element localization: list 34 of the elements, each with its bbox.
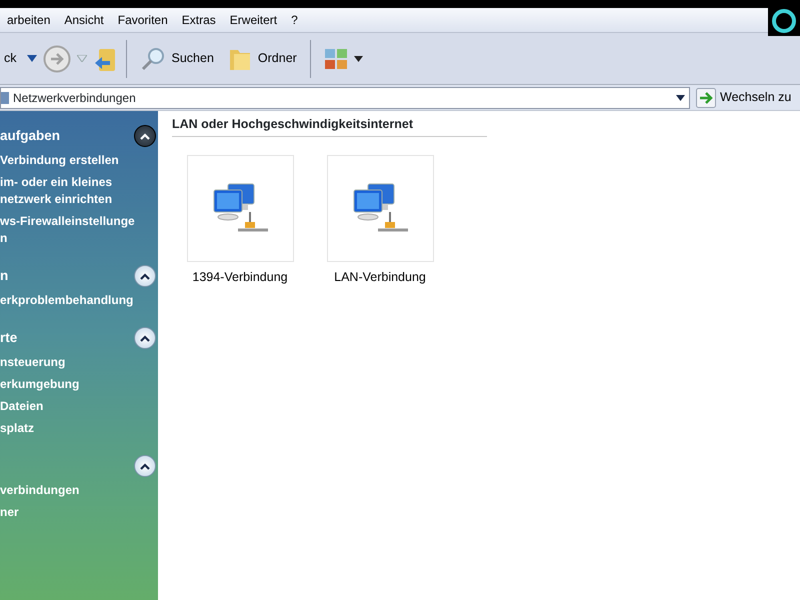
go-button[interactable]: Wechseln zu (696, 88, 792, 108)
search-icon[interactable] (140, 46, 166, 72)
caret-icon[interactable] (354, 56, 363, 62)
network-folder-icon (1, 90, 9, 106)
chevron-up-icon[interactable] (140, 462, 150, 470)
menu-item[interactable]: Erweitert (222, 11, 284, 29)
menu-item[interactable]: Extras (174, 11, 223, 29)
group-heading: LAN oder Hochgeschwindigkeitsinternet (172, 115, 487, 137)
network-computers-icon (212, 182, 268, 234)
menu-item[interactable]: ? (284, 11, 305, 29)
menu-item[interactable]: Favoriten (110, 11, 175, 29)
caret-icon[interactable] (26, 55, 36, 62)
network-computers-icon (352, 182, 408, 234)
section-title: rte (0, 328, 18, 347)
chevron-up-icon[interactable] (140, 334, 150, 342)
collapse-button[interactable] (134, 327, 156, 349)
dropdown-caret-icon[interactable] (676, 94, 685, 100)
menu-item[interactable]: arbeiten (0, 11, 58, 29)
task-link[interactable]: Verbindung erstellen (0, 152, 158, 169)
section-title: aufgaben (0, 126, 60, 145)
section-title: n (0, 266, 8, 285)
back-button[interactable]: ck (0, 47, 20, 70)
folders-button[interactable]: Ordner (224, 44, 301, 74)
task-link[interactable]: im- oder ein kleines netzwerk einrichten (0, 174, 158, 208)
task-link[interactable]: ws-Firewalleinstellunge n (0, 213, 158, 247)
chevron-up-icon[interactable] (140, 272, 150, 280)
collapse-button[interactable] (134, 265, 156, 287)
task-link[interactable]: nsteuerung (0, 354, 158, 371)
address-field[interactable]: Netzwerkverbindungen (0, 86, 690, 108)
collapse-button[interactable] (134, 125, 156, 147)
collapse-button[interactable] (134, 455, 156, 477)
task-link[interactable]: erkproblembehandlung (0, 292, 158, 309)
menu-item[interactable]: Ansicht (57, 11, 111, 29)
search-button[interactable]: Suchen (136, 44, 218, 74)
